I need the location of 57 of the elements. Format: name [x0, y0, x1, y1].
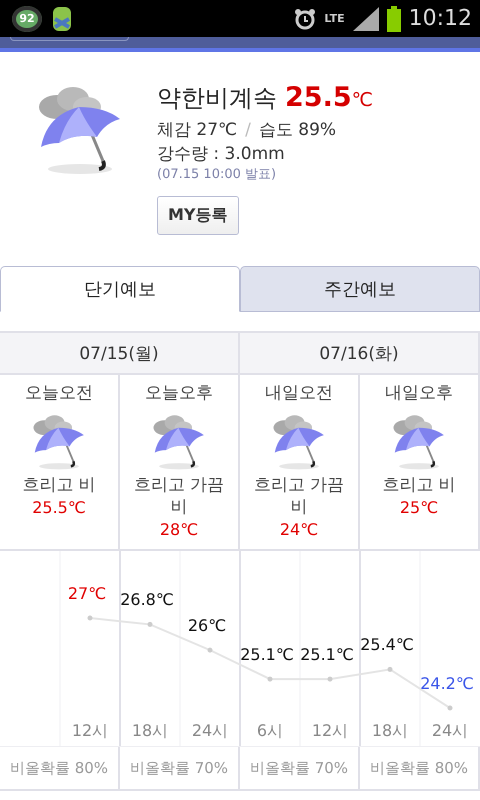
period-temperature: 28℃ — [160, 519, 198, 541]
data-point — [448, 706, 452, 710]
signal-icon — [352, 6, 379, 30]
period-temperature: 24℃ — [280, 519, 318, 541]
feels-like-text: 체감 27℃ — [157, 119, 238, 142]
weather-condition: 흐리고 가끔 비 — [132, 474, 226, 518]
temperature-label: 26℃ — [188, 616, 226, 636]
date-header: 07/16(화) — [240, 333, 480, 375]
temperature-label: 24.2℃ — [420, 674, 474, 694]
issued-time: (07.15 10:00 발표) — [157, 166, 278, 184]
weather-condition: 흐리고 비 — [381, 474, 457, 496]
android-icon — [50, 4, 74, 32]
data-point — [268, 676, 272, 682]
period-label: 오늘오전 — [25, 382, 93, 404]
period-label: 내일오후 — [385, 382, 453, 404]
rain-probability: 비올확률 80% — [360, 747, 480, 789]
period-label: 오늘오후 — [145, 382, 213, 404]
period-label: 내일오전 — [265, 382, 333, 404]
precipitation-text: 강수량 : 3.0mm — [157, 143, 286, 166]
humidity-text: 습도 89% — [258, 119, 336, 142]
hour-label: 18시 — [130, 721, 170, 742]
my-register-button[interactable]: MY등록 — [157, 196, 239, 235]
temperature-label: 25.1℃ — [240, 645, 294, 666]
battery-icon — [386, 6, 401, 32]
notification-badge: 92 — [12, 6, 42, 32]
temperature-unit: ℃ — [352, 89, 373, 111]
weather-condition: 흐리고 가끔 비 — [252, 474, 346, 518]
temperature-label: 25.1℃ — [300, 645, 354, 666]
clock: 10:12 — [408, 6, 472, 31]
hour-label: 24시 — [190, 721, 230, 742]
temperature-label: 25.4℃ — [360, 635, 414, 656]
weather-condition: 흐리고 비 — [21, 474, 97, 496]
data-point — [148, 622, 152, 627]
current-temperature: 25.5 — [285, 82, 352, 113]
data-point — [208, 648, 212, 653]
hour-label: 6시 — [256, 721, 284, 742]
hour-label: 12시 — [310, 721, 350, 742]
hour-label: 24시 — [430, 721, 470, 742]
rain-probability: 비올확률 70% — [240, 747, 360, 789]
forecast-tab[interactable]: 주간예보 — [240, 266, 480, 312]
data-point — [388, 666, 392, 672]
period-temperature: 25℃ — [400, 497, 438, 519]
date-header: 07/15(월) — [0, 333, 240, 375]
temperature-label: 26.8℃ — [120, 590, 174, 610]
period-temperature: 25.5℃ — [32, 497, 86, 519]
hour-label: 12시 — [70, 721, 110, 742]
network-type: LTE — [324, 13, 345, 24]
rain-probability: 비올확률 80% — [0, 747, 120, 789]
condition-text: 약한비계속 — [157, 83, 277, 114]
hour-label: 18시 — [370, 721, 410, 742]
alarm-clock-icon — [294, 8, 316, 30]
separator: / — [245, 119, 251, 142]
data-point — [88, 616, 92, 620]
rain-probability: 비올확률 70% — [120, 747, 240, 789]
forecast-tab[interactable]: 단기예보 — [0, 266, 240, 312]
temperature-label: 27℃ — [68, 584, 106, 604]
data-point — [328, 676, 332, 682]
